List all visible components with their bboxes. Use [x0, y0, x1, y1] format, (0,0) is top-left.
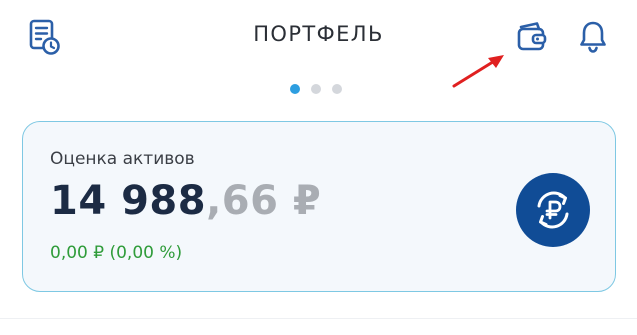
amount-integer: 14 988 [50, 178, 207, 224]
bell-icon[interactable] [573, 17, 613, 57]
ruble-exchange-button[interactable] [516, 173, 590, 247]
page-dot-2[interactable] [311, 84, 321, 94]
page-indicator [290, 84, 342, 94]
section-divider [0, 318, 637, 319]
page-dot-3[interactable] [332, 84, 342, 94]
asset-valuation-amount: 14 988,66 ₽ [50, 178, 321, 224]
portfolio-card[interactable]: Оценка активов 14 988,66 ₽ 0,00 ₽ (0,00 … [22, 121, 616, 292]
red-arrow-icon [450, 52, 510, 96]
amount-fraction: ,66 ₽ [206, 178, 322, 224]
asset-valuation-label: Оценка активов [50, 149, 195, 169]
ruble-exchange-icon [537, 191, 569, 229]
page-dot-1[interactable] [290, 84, 300, 94]
wallet-icon[interactable] [513, 18, 553, 56]
daily-change: 0,00 ₽ (0,00 %) [50, 243, 183, 263]
